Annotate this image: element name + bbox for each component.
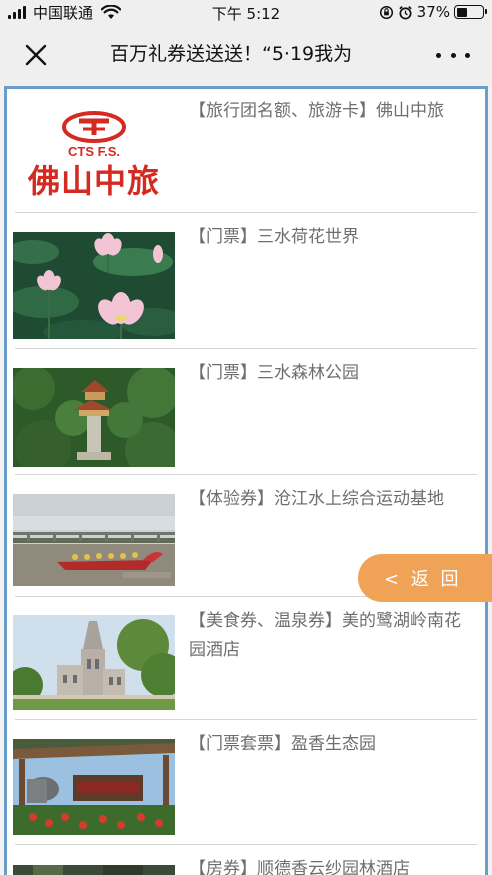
item-label: 【门票】三水荷花世界 [189, 227, 359, 247]
lotus-photo [13, 232, 175, 339]
logo-name: 佛山中旅 [27, 162, 160, 200]
title-fade [398, 39, 430, 69]
item-label: 【房券】顺德香云纱园林酒店 [189, 859, 410, 875]
list-item[interactable]: 【房券】顺德香云纱园林酒店 [7, 845, 485, 875]
back-button[interactable]: < 返 回 [358, 554, 492, 602]
logo-subtitle: CTS F.S. [68, 144, 120, 159]
list-item[interactable]: 【门票套票】盈香生态园 [7, 720, 485, 844]
rotation-lock-icon [379, 5, 393, 19]
item-label: 【门票套票】盈香生态园 [189, 734, 376, 754]
battery-fill [456, 7, 467, 17]
cts-logo: CTS F.S. 佛山中旅 [13, 103, 175, 203]
page-title: 百万礼券送送送！“5·19我为 [110, 43, 353, 65]
dragon-boat-photo [13, 494, 175, 586]
list-item[interactable]: 【美食券、温泉券】美的鹭湖岭南花园酒店 [7, 597, 485, 719]
back-button-label: < 返 回 [384, 569, 462, 590]
close-icon[interactable] [20, 39, 52, 71]
item-label: 【美食券、温泉券】美的鹭湖岭南花园酒店 [189, 611, 461, 660]
alarm-icon [398, 5, 412, 19]
list-item[interactable]: 【门票】三水荷花世界 [7, 213, 485, 348]
eco-park-photo [13, 739, 175, 835]
nav-bar: 百万礼券送送送！“5·19我为 [0, 24, 492, 86]
battery-percentage: 37% [416, 3, 450, 21]
item-label: 【门票】三水森林公园 [189, 363, 359, 383]
item-label: 【体验券】沧江水上综合运动基地 [189, 489, 444, 509]
item-label: 【旅行团名额、旅游卡】佛山中旅 [189, 101, 444, 121]
hotel-photo [13, 615, 175, 710]
list-item[interactable]: CTS F.S. 佛山中旅 【旅行团名额、旅游卡】佛山中旅 [7, 89, 485, 212]
more-icon[interactable] [436, 49, 470, 61]
status-right: 37% [379, 3, 487, 21]
garden-hotel-photo [13, 865, 175, 875]
forest-park-photo [13, 368, 175, 467]
content-list: CTS F.S. 佛山中旅 【旅行团名额、旅游卡】佛山中旅 【门票】三水荷花世界… [4, 86, 488, 875]
status-bar: 中国联通 下午 5:12 37% [0, 0, 492, 24]
list-item[interactable]: 【门票】三水森林公园 [7, 349, 485, 474]
battery-icon [454, 5, 487, 19]
